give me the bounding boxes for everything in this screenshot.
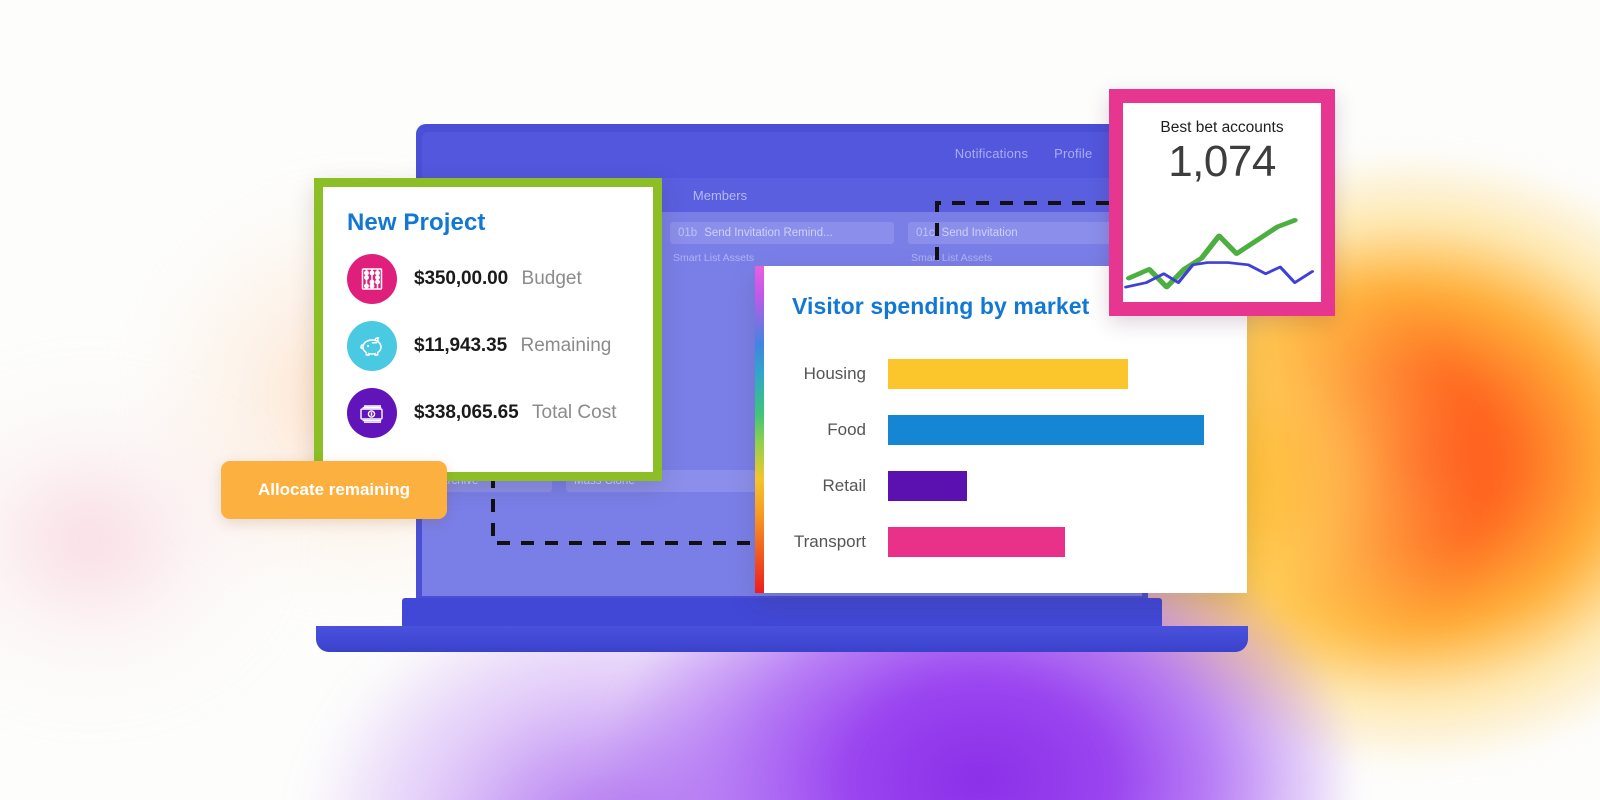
total-cost-text: $338,065.65 Total Cost: [414, 402, 617, 424]
step-title: Send Invitation: [941, 227, 1018, 239]
new-project-card-inner: New Project $350,00.00 Budget $11,943.35…: [323, 187, 653, 472]
bar-chart: Housing Food Retail Transport: [792, 346, 1225, 570]
bar-transport[interactable]: [888, 527, 1065, 557]
bar-label: Housing: [803, 364, 866, 383]
abacus-icon: [347, 254, 397, 304]
page-title: New Project: [347, 209, 486, 236]
app-top-navigation: Notifications Profile H: [955, 146, 1128, 161]
bar-row-transport: Transport: [792, 514, 1225, 570]
bar-retail[interactable]: [888, 471, 967, 501]
bar-food[interactable]: [888, 415, 1204, 445]
best-bet-accounts-card: Best bet accounts 1,074: [1109, 89, 1335, 316]
bar-row-food: Food: [792, 402, 1225, 458]
bar-label: Retail: [822, 476, 866, 495]
step-code: 01b: [678, 227, 698, 239]
bar-label: Food: [827, 420, 866, 439]
bar-housing[interactable]: [888, 359, 1128, 389]
piggy-bank-icon: [347, 321, 397, 371]
sparkline-green: [1125, 218, 1298, 290]
laptop-lip: [402, 598, 1162, 628]
bar-row-retail: Retail: [792, 458, 1225, 514]
sparkline-chart: [1124, 218, 1315, 290]
rainbow-accent-bar: [755, 266, 764, 593]
remaining-text: $11,943.35 Remaining: [414, 335, 611, 357]
best-bet-card-inner: Best bet accounts 1,074: [1123, 103, 1321, 302]
background-glow-pink: [0, 360, 300, 720]
new-project-card: New Project $350,00.00 Budget $11,943.35…: [314, 178, 662, 481]
budget-amount: $350,00.00: [414, 268, 509, 289]
step-sublink[interactable]: Smart List Assets: [908, 252, 1132, 264]
remaining-row: $11,943.35 Remaining: [347, 321, 629, 371]
step-card[interactable]: 01c Send Invitation: [908, 222, 1132, 244]
total-cost-row: $338,065.65 Total Cost: [347, 388, 629, 438]
remaining-label: Remaining: [520, 335, 612, 356]
topnav-item-notifications[interactable]: Notifications: [955, 146, 1028, 161]
screenshot-canvas: Notifications Profile H Assets Setup My …: [0, 0, 1600, 800]
budget-label: Budget: [521, 268, 582, 289]
bar-label: Transport: [793, 532, 866, 551]
best-bet-title: Best bet accounts: [1160, 119, 1284, 136]
best-bet-value: 1,074: [1168, 137, 1276, 186]
total-cost-amount: $338,065.65: [414, 402, 519, 423]
cash-stack-icon: [347, 388, 397, 438]
laptop-base: [316, 626, 1248, 652]
step-card[interactable]: 01b Send Invitation Remind...: [670, 222, 894, 244]
topnav-item-profile[interactable]: Profile: [1054, 146, 1092, 161]
bar-row-housing: Housing: [792, 346, 1225, 402]
remaining-amount: $11,943.35: [414, 335, 508, 356]
step-sublink[interactable]: Smart List Assets: [670, 252, 894, 264]
tab-members[interactable]: Members: [693, 188, 747, 203]
step-title: Send Invitation Remind...: [704, 227, 833, 239]
budget-text: $350,00.00 Budget: [414, 268, 582, 290]
app-topbar: Notifications Profile H: [422, 132, 1142, 178]
allocate-remaining-button[interactable]: Allocate remaining: [221, 461, 447, 519]
step-code: 01c: [916, 227, 935, 239]
budget-row: $350,00.00 Budget: [347, 254, 629, 304]
total-cost-label: Total Cost: [532, 402, 617, 423]
